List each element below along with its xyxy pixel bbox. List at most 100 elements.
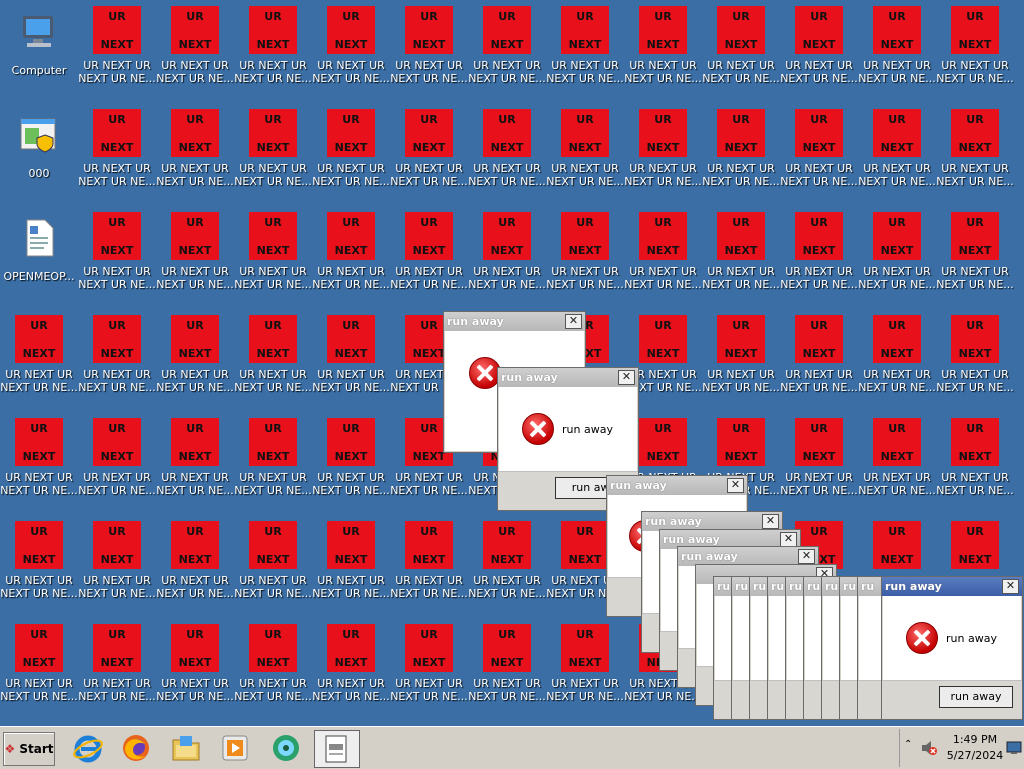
- ur-next-icon[interactable]: UR NEXT UR NEXT UR NEXT UR NE...: [936, 106, 1014, 196]
- ur-next-icon[interactable]: UR NEXT UR NEXT UR NEXT UR NE...: [936, 415, 1014, 505]
- ur-next-icon[interactable]: UR NEXT UR NEXT UR NEXT UR NE...: [0, 621, 78, 711]
- ur-next-label: UR NEXT UR NEXT UR NE...: [468, 59, 546, 85]
- ur-next-icon[interactable]: UR NEXT UR NEXT UR NEXT UR NE...: [858, 415, 936, 505]
- ur-next-icon[interactable]: UR NEXT UR NEXT UR NEXT UR NE...: [624, 3, 702, 93]
- ur-next-icon[interactable]: UR NEXT UR NEXT UR NEXT UR NE...: [390, 621, 468, 711]
- ur-next-icon[interactable]: UR NEXT UR NEXT UR NEXT UR NE...: [390, 106, 468, 196]
- ur-next-icon[interactable]: UR NEXT UR NEXT UR NEXT UR NE...: [546, 3, 624, 93]
- ur-next-label: UR NEXT UR NEXT UR NE...: [546, 59, 624, 85]
- firefox-icon[interactable]: [120, 732, 152, 764]
- ur-next-icon[interactable]: UR NEXT UR NEXT UR NEXT UR NE...: [156, 3, 234, 93]
- ur-next-icon[interactable]: UR NEXT UR NEXT UR NEXT UR NE...: [936, 209, 1014, 299]
- close-button[interactable]: ✕: [798, 549, 815, 564]
- ur-next-icon[interactable]: UR NEXT UR NEXT UR NEXT UR NE...: [312, 415, 390, 505]
- ur-next-icon[interactable]: UR NEXT UR NEXT UR NEXT UR NE...: [858, 106, 936, 196]
- run-away-button[interactable]: run away: [939, 686, 1013, 708]
- ur-next-icon[interactable]: UR NEXT UR NEXT UR NEXT UR NE...: [858, 312, 936, 402]
- ur-next-icon[interactable]: UR NEXT UR NEXT UR NEXT UR NE...: [858, 3, 936, 93]
- clock-date[interactable]: 5/27/2024: [944, 749, 1006, 762]
- ur-next-icon[interactable]: UR NEXT UR NEXT UR NEXT UR NE...: [156, 415, 234, 505]
- ur-next-icon[interactable]: UR NEXT UR NEXT UR NEXT UR NE...: [78, 3, 156, 93]
- ur-next-icon[interactable]: UR NEXT UR NEXT UR NEXT UR NE...: [234, 106, 312, 196]
- ur-next-icon[interactable]: UR NEXT UR NEXT UR NEXT UR NE...: [78, 209, 156, 299]
- ur-next-icon[interactable]: UR NEXT UR NEXT UR NEXT UR NE...: [468, 518, 546, 608]
- ur-next-label: UR NEXT UR NEXT UR NE...: [390, 677, 468, 703]
- ur-next-icon[interactable]: UR NEXT UR NEXT UR NEXT UR NE...: [546, 209, 624, 299]
- ur-next-icon[interactable]: UR NEXT UR NEXT UR NEXT UR NE...: [936, 3, 1014, 93]
- folder-000-icon[interactable]: 000: [0, 111, 78, 201]
- ur-next-icon[interactable]: UR NEXT UR NEXT UR NEXT UR NE...: [156, 106, 234, 196]
- close-button[interactable]: ✕: [565, 314, 582, 329]
- ur-next-icon[interactable]: UR NEXT UR NEXT UR NEXT UR NE...: [390, 518, 468, 608]
- ur-next-icon[interactable]: UR NEXT UR NEXT UR NEXT UR NE...: [312, 3, 390, 93]
- close-button[interactable]: ✕: [727, 478, 744, 493]
- document-icon: [325, 735, 347, 763]
- ur-next-icon[interactable]: UR NEXT UR NEXT UR NEXT UR NE...: [156, 621, 234, 711]
- ur-next-icon[interactable]: UR NEXT UR NEXT UR NEXT UR NE...: [312, 106, 390, 196]
- ur-next-icon[interactable]: UR NEXT UR NEXT UR NEXT UR NE...: [468, 209, 546, 299]
- next-text: NEXT: [100, 38, 134, 51]
- ur-next-icon[interactable]: UR NEXT UR NEXT UR NEXT UR NE...: [312, 621, 390, 711]
- ur-next-icon[interactable]: UR NEXT UR NEXT UR NEXT UR NE...: [234, 3, 312, 93]
- ur-next-icon[interactable]: UR NEXT UR NEXT UR NEXT UR NE...: [468, 106, 546, 196]
- ur-next-icon[interactable]: UR NEXT UR NEXT UR NEXT UR NE...: [0, 415, 78, 505]
- speaker-muted-icon[interactable]: [920, 739, 938, 757]
- ur-next-icon[interactable]: UR NEXT UR NEXT UR NEXT UR NE...: [390, 209, 468, 299]
- ur-next-icon[interactable]: UR NEXT UR NEXT UR NEXT UR NE...: [780, 312, 858, 402]
- ur-next-icon[interactable]: UR NEXT UR NEXT UR NEXT UR NE...: [780, 209, 858, 299]
- show-desktop-icon[interactable]: [1006, 740, 1022, 756]
- messenger-icon[interactable]: [270, 732, 302, 764]
- ur-next-icon[interactable]: UR NEXT UR NEXT UR NEXT UR NE...: [312, 518, 390, 608]
- ur-next-icon[interactable]: UR NEXT UR NEXT UR NEXT UR NE...: [0, 312, 78, 402]
- close-button[interactable]: ✕: [618, 370, 635, 385]
- ur-next-icon[interactable]: UR NEXT UR NEXT UR NEXT UR NE...: [234, 312, 312, 402]
- ur-next-icon[interactable]: UR NEXT UR NEXT UR NEXT UR NE...: [468, 621, 546, 711]
- chevron-up-icon[interactable]: ⌃: [904, 739, 912, 750]
- close-button[interactable]: ✕: [780, 532, 797, 547]
- ur-next-icon[interactable]: UR NEXT UR NEXT UR NEXT UR NE...: [234, 415, 312, 505]
- ur-next-icon[interactable]: UR NEXT UR NEXT UR NEXT UR NE...: [702, 209, 780, 299]
- ur-next-icon[interactable]: UR NEXT UR NEXT UR NEXT UR NE...: [546, 106, 624, 196]
- ur-next-icon[interactable]: UR NEXT UR NEXT UR NEXT UR NE...: [234, 209, 312, 299]
- media-player-icon[interactable]: [219, 732, 251, 764]
- close-button[interactable]: ✕: [1002, 579, 1019, 594]
- ur-next-icon[interactable]: UR NEXT UR NEXT UR NEXT UR NE...: [546, 621, 624, 711]
- openmeop-file-icon[interactable]: OPENMEOP...: [0, 214, 78, 304]
- ur-next-icon[interactable]: UR NEXT UR NEXT UR NEXT UR NE...: [780, 415, 858, 505]
- taskbar-active-window[interactable]: [314, 730, 360, 768]
- ur-next-icon[interactable]: UR NEXT UR NEXT UR NEXT UR NE...: [624, 209, 702, 299]
- ur-next-icon[interactable]: UR NEXT UR NEXT UR NEXT UR NE...: [702, 106, 780, 196]
- ur-next-icon[interactable]: UR NEXT UR NEXT UR NEXT UR NE...: [312, 312, 390, 402]
- ur-next-icon[interactable]: UR NEXT UR NEXT UR NEXT UR NE...: [858, 209, 936, 299]
- ur-next-icon[interactable]: UR NEXT UR NEXT UR NEXT UR NE...: [702, 312, 780, 402]
- ur-next-icon[interactable]: UR NEXT UR NEXT UR NEXT UR NE...: [0, 518, 78, 608]
- ur-next-icon[interactable]: UR NEXT UR NEXT UR NEXT UR NE...: [156, 209, 234, 299]
- internet-explorer-icon[interactable]: [72, 732, 104, 764]
- ur-next-icon[interactable]: UR NEXT UR NEXT UR NEXT UR NE...: [234, 621, 312, 711]
- ur-next-icon[interactable]: UR NEXT UR NEXT UR NEXT UR NE...: [156, 518, 234, 608]
- ur-next-icon[interactable]: UR NEXT UR NEXT UR NEXT UR NE...: [780, 3, 858, 93]
- ur-next-icon[interactable]: UR NEXT UR NEXT UR NEXT UR NE...: [156, 312, 234, 402]
- ur-next-label: UR NEXT UR NEXT UR NE...: [234, 162, 312, 188]
- next-text: NEXT: [100, 450, 134, 463]
- ur-next-icon[interactable]: UR NEXT UR NEXT UR NEXT UR NE...: [312, 209, 390, 299]
- ur-next-icon[interactable]: UR NEXT UR NEXT UR NEXT UR NE...: [702, 3, 780, 93]
- ur-next-icon[interactable]: UR NEXT UR NEXT UR NEXT UR NE...: [780, 106, 858, 196]
- ur-next-icon[interactable]: UR NEXT UR NEXT UR NEXT UR NE...: [78, 621, 156, 711]
- close-button[interactable]: ✕: [762, 514, 779, 529]
- ur-next-icon[interactable]: UR NEXT UR NEXT UR NEXT UR NE...: [624, 106, 702, 196]
- error-dialog-active[interactable]: run away ✕ run away run away: [881, 576, 1023, 720]
- ur-next-icon[interactable]: UR NEXT UR NEXT UR NEXT UR NE...: [936, 312, 1014, 402]
- ur-next-icon[interactable]: UR NEXT UR NEXT UR NEXT UR NE...: [78, 312, 156, 402]
- ur-next-icon[interactable]: UR NEXT UR NEXT UR NEXT UR NE...: [468, 3, 546, 93]
- explorer-folder-icon[interactable]: [170, 732, 202, 764]
- ur-next-icon[interactable]: UR NEXT UR NEXT UR NEXT UR NE...: [78, 106, 156, 196]
- ur-next-icon[interactable]: UR NEXT UR NEXT UR NEXT UR NE...: [78, 415, 156, 505]
- ur-next-icon[interactable]: UR NEXT UR NEXT UR NEXT UR NE...: [390, 3, 468, 93]
- next-text: NEXT: [802, 244, 836, 257]
- computer-icon[interactable]: Computer: [0, 8, 78, 98]
- ur-next-icon[interactable]: UR NEXT UR NEXT UR NEXT UR NE...: [234, 518, 312, 608]
- ur-next-icon[interactable]: UR NEXT UR NEXT UR NEXT UR NE...: [78, 518, 156, 608]
- start-button[interactable]: ❖ Start: [3, 732, 55, 766]
- clock-time[interactable]: 1:49 PM: [948, 733, 1002, 746]
